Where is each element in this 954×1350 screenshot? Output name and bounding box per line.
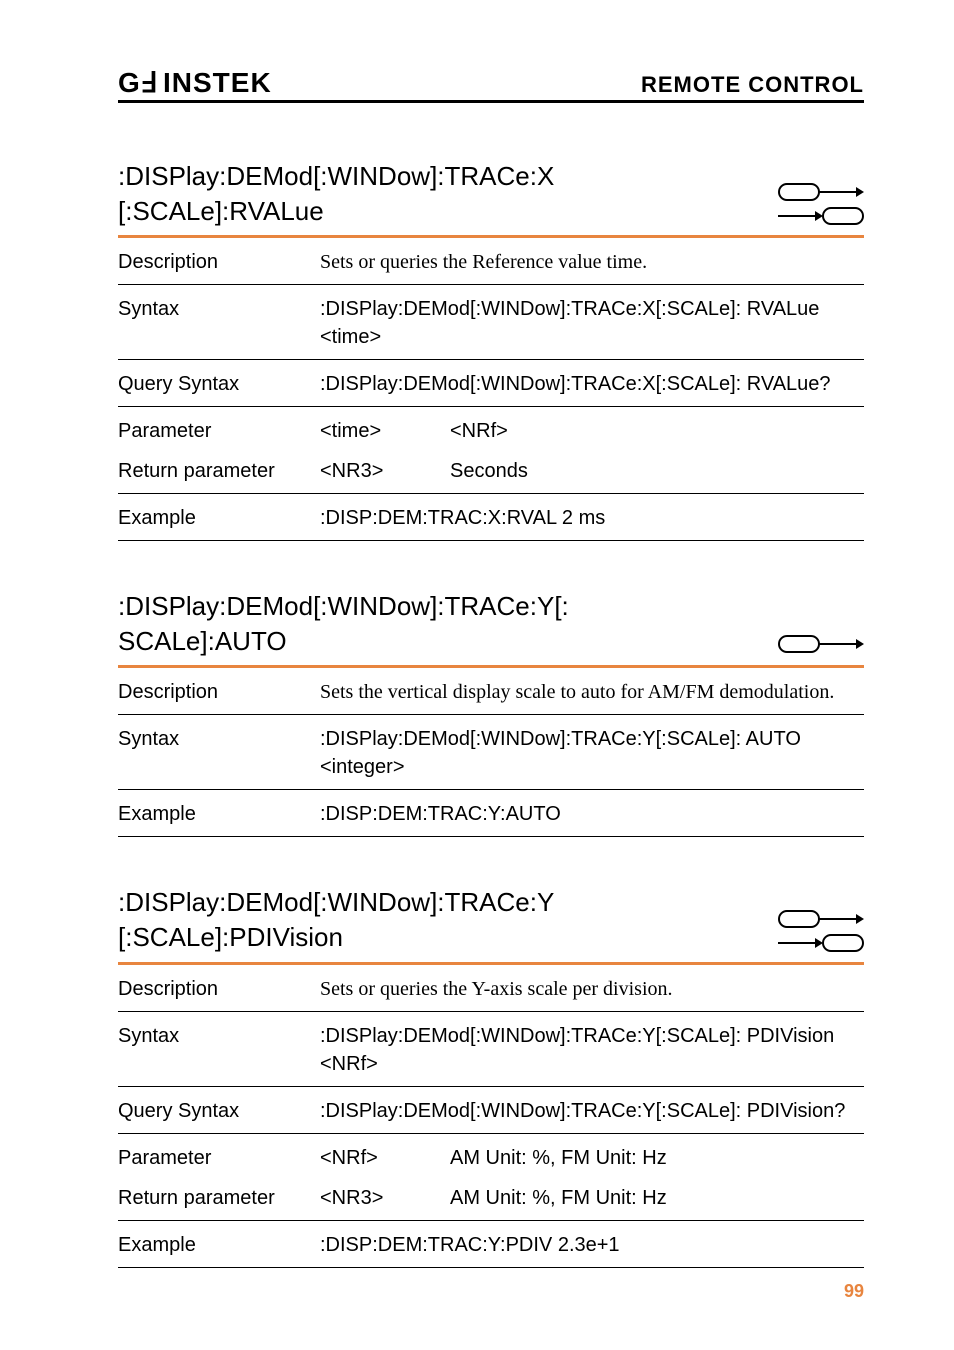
spec-label: Example — [118, 800, 320, 828]
spec-label: Syntax — [118, 295, 320, 323]
svg-text:G: G — [118, 68, 140, 98]
command-title-line1: :DISPlay:DEMod[:WINDow]:TRACe:Y — [118, 887, 554, 917]
command-title: :DISPlay:DEMod[:WINDow]:TRACe:X [:SCALe]… — [118, 159, 554, 229]
spec-value: Sets or queries the Reference value time… — [320, 248, 864, 276]
command-title-line1: :DISPlay:DEMod[:WINDow]:TRACe:Y[: — [118, 591, 569, 621]
spec-row: Syntax :DISPlay:DEMod[:WINDow]:TRACe:Y[:… — [118, 715, 864, 790]
spec-row: Syntax :DISPlay:DEMod[:WINDow]:TRACe:Y[:… — [118, 1012, 864, 1087]
spec-label: Return parameter — [118, 457, 320, 485]
spec-col1: <time> — [320, 417, 450, 445]
spec-value: :DISPlay:DEMod[:WINDow]:TRACe:Y[:SCALe]:… — [320, 725, 864, 781]
spec-value: :DISP:DEM:TRAC:Y:AUTO — [320, 800, 864, 828]
spec-row: Description Sets or queries the Y-axis s… — [118, 965, 864, 1012]
spec-value: Sets the vertical display scale to auto … — [320, 678, 864, 706]
spec-row: Return parameter <NR3> Seconds — [118, 447, 864, 494]
query-icon — [778, 205, 864, 227]
spec-row: Parameter <NRf> AM Unit: %, FM Unit: Hz — [118, 1134, 864, 1174]
spec-col1: <NR3> — [320, 457, 450, 485]
spec-label: Example — [118, 504, 320, 532]
set-icon — [778, 908, 864, 930]
spec-label: Example — [118, 1231, 320, 1259]
spec-label: Description — [118, 678, 320, 706]
spec-row: Parameter <time> <NRf> — [118, 407, 864, 447]
brand-logo: G ߃ INSTEK — [118, 68, 288, 98]
spec-label: Description — [118, 248, 320, 276]
spec-row: Description Sets the vertical display sc… — [118, 668, 864, 715]
spec-row: Query Syntax :DISPlay:DEMod[:WINDow]:TRA… — [118, 360, 864, 407]
spec-label: Return parameter — [118, 1184, 320, 1212]
spec-col2: Seconds — [450, 457, 864, 485]
command-title-line2: [:SCALe]:RVALue — [118, 196, 324, 226]
spec-value: :DISPlay:DEMod[:WINDow]:TRACe:Y[:SCALe]:… — [320, 1097, 864, 1125]
set-icon — [778, 181, 864, 203]
spec-row: Example :DISP:DEM:TRAC:Y:AUTO — [118, 790, 864, 837]
spec-row: Return parameter <NR3> AM Unit: %, FM Un… — [118, 1174, 864, 1221]
spec-value: :DISP:DEM:TRAC:X:RVAL 2 ms — [320, 504, 864, 532]
command-section: :DISPlay:DEMod[:WINDow]:TRACe:Y[: SCALe]… — [118, 589, 864, 837]
command-title-line2: SCALe]:AUTO — [118, 626, 287, 656]
spec-value: :DISPlay:DEMod[:WINDow]:TRACe:X[:SCALe]:… — [320, 370, 864, 398]
page-header: G ߃ INSTEK REMOTE CONTROL — [118, 68, 864, 103]
command-title: :DISPlay:DEMod[:WINDow]:TRACe:Y[: SCALe]… — [118, 589, 569, 659]
command-section: :DISPlay:DEMod[:WINDow]:TRACe:X [:SCALe]… — [118, 159, 864, 541]
command-title-line1: :DISPlay:DEMod[:WINDow]:TRACe:X — [118, 161, 554, 191]
spec-label: Description — [118, 975, 320, 1003]
command-title-row: :DISPlay:DEMod[:WINDow]:TRACe:X [:SCALe]… — [118, 159, 864, 238]
spec-label: Parameter — [118, 1144, 320, 1172]
spec-col1: <NRf> — [320, 1144, 450, 1172]
spec-label: Syntax — [118, 725, 320, 753]
spec-value: :DISP:DEM:TRAC:Y:PDIV 2.3e+1 — [320, 1231, 864, 1259]
svg-text:INSTEK: INSTEK — [163, 68, 272, 98]
spec-row: Syntax :DISPlay:DEMod[:WINDow]:TRACe:X[:… — [118, 285, 864, 360]
spec-row: Example :DISP:DEM:TRAC:Y:PDIV 2.3e+1 — [118, 1221, 864, 1268]
spec-col2: AM Unit: %, FM Unit: Hz — [450, 1184, 864, 1212]
command-section: :DISPlay:DEMod[:WINDow]:TRACe:Y [:SCALe]… — [118, 885, 864, 1267]
set-icon — [778, 633, 864, 655]
spec-value: :DISPlay:DEMod[:WINDow]:TRACe:X[:SCALe]:… — [320, 295, 864, 351]
spec-col2: <NRf> — [450, 417, 864, 445]
query-icon — [778, 932, 864, 954]
spec-label: Query Syntax — [118, 1097, 320, 1125]
command-title-row: :DISPlay:DEMod[:WINDow]:TRACe:Y[: SCALe]… — [118, 589, 864, 668]
svg-text:߃: ߃ — [140, 68, 158, 98]
spec-value: :DISPlay:DEMod[:WINDow]:TRACe:Y[:SCALe]:… — [320, 1022, 864, 1078]
spec-value: Sets or queries the Y-axis scale per div… — [320, 975, 864, 1003]
command-title-line2: [:SCALe]:PDIVision — [118, 922, 343, 952]
command-title-row: :DISPlay:DEMod[:WINDow]:TRACe:Y [:SCALe]… — [118, 885, 864, 964]
spec-col2: AM Unit: %, FM Unit: Hz — [450, 1144, 864, 1172]
spec-row: Example :DISP:DEM:TRAC:X:RVAL 2 ms — [118, 494, 864, 541]
spec-label: Syntax — [118, 1022, 320, 1050]
spec-col1: <NR3> — [320, 1184, 450, 1212]
command-title: :DISPlay:DEMod[:WINDow]:TRACe:Y [:SCALe]… — [118, 885, 554, 955]
spec-label: Parameter — [118, 417, 320, 445]
spec-row: Query Syntax :DISPlay:DEMod[:WINDow]:TRA… — [118, 1087, 864, 1134]
page-number: 99 — [844, 1281, 864, 1302]
spec-label: Query Syntax — [118, 370, 320, 398]
spec-row: Description Sets or queries the Referenc… — [118, 238, 864, 285]
header-section-title: REMOTE CONTROL — [641, 72, 864, 98]
